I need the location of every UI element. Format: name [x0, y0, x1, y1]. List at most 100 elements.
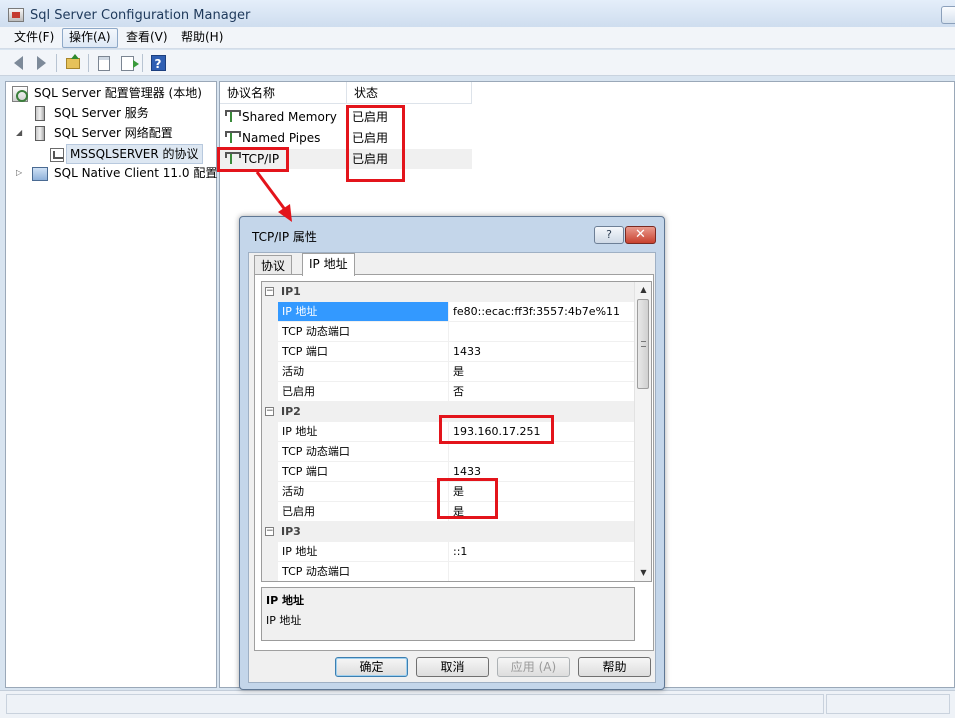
column-header-protocol-name[interactable]: 协议名称: [220, 82, 347, 104]
status-bar: [0, 690, 955, 718]
property-value[interactable]: 是: [449, 482, 634, 502]
up-folder-button[interactable]: [64, 53, 82, 72]
forward-button[interactable]: [32, 54, 50, 72]
group-label: IP3: [281, 525, 301, 538]
dialog-help-button[interactable]: ?: [594, 226, 624, 244]
property-group-ip1[interactable]: − IP1: [262, 282, 634, 302]
scroll-down-icon[interactable]: ▼: [635, 565, 651, 581]
collapse-icon[interactable]: −: [265, 407, 274, 416]
protocol-row-tcp-ip[interactable]: TCP/IP 已启用: [220, 149, 472, 169]
property-row[interactable]: TCP 端口 1433: [262, 462, 634, 482]
help-icon: ?: [150, 55, 166, 71]
property-row[interactable]: 已启用是: [262, 502, 634, 522]
tree-item-sql-server-services[interactable]: SQL Server 服务: [32, 104, 153, 122]
tab-protocol[interactable]: 协议: [254, 255, 293, 276]
menu-file[interactable]: 文件(F): [8, 28, 60, 48]
tree-root[interactable]: SQL Server 配置管理器 (本地): [12, 84, 206, 102]
menu-action[interactable]: 操作(A): [62, 28, 118, 48]
properties-icon: [98, 55, 110, 71]
status-panel: [826, 694, 950, 714]
expand-icon[interactable]: ▷: [16, 164, 25, 182]
help-button-dialog[interactable]: 帮助: [578, 657, 651, 677]
client-icon: [32, 166, 48, 181]
window-control-button[interactable]: [941, 6, 955, 24]
property-value[interactable]: [449, 442, 634, 462]
property-name: TCP 动态端口: [278, 562, 449, 581]
property-name: IP 地址: [278, 542, 449, 562]
property-value[interactable]: [449, 322, 634, 342]
property-row[interactable]: IP 地址 193.160.17.251: [262, 422, 634, 442]
tree-item-mssqlserver-protocols[interactable]: MSSQLSERVER 的协议: [50, 144, 203, 164]
tree-item-network-config[interactable]: SQL Server 网络配置: [32, 124, 177, 142]
property-row[interactable]: TCP 动态端口: [262, 322, 634, 342]
help-button[interactable]: ?: [149, 54, 167, 72]
cancel-button[interactable]: 取消: [416, 657, 489, 677]
scroll-thumb[interactable]: [637, 299, 649, 389]
back-arrow-icon: [13, 56, 23, 70]
protocol-name: Shared Memory: [224, 107, 346, 127]
property-value[interactable]: ::1: [449, 542, 634, 562]
tcpip-properties-dialog: TCP/IP 属性 ? ✕ 协议 IP 地址 − IP1 IP 地址 fe80::…: [239, 216, 665, 690]
property-row[interactable]: TCP 动态端口: [262, 562, 634, 581]
property-value[interactable]: fe80::ecac:ff3f:3557:4b7e%11: [449, 302, 634, 322]
export-list-button[interactable]: [118, 54, 139, 72]
collapse-icon[interactable]: −: [265, 287, 274, 296]
tree-item-native-client[interactable]: SQL Native Client 11.0 配置: [32, 164, 221, 182]
tree-item-label: SQL Server 服务: [54, 106, 149, 120]
property-row[interactable]: IP 地址::1: [262, 542, 634, 562]
property-value[interactable]: 193.160.17.251: [449, 422, 634, 442]
property-row[interactable]: 活动是: [262, 362, 634, 382]
dialog-body: 协议 IP 地址 − IP1 IP 地址 fe80::ecac:ff3f:3557…: [248, 252, 656, 683]
property-group-ip2[interactable]: − IP2: [262, 402, 634, 422]
menu-view[interactable]: 查看(V): [120, 28, 174, 48]
tree-item-label: SQL Server 网络配置: [54, 126, 173, 140]
grip-icon: [641, 341, 646, 347]
forward-arrow-icon: [36, 56, 46, 70]
property-row[interactable]: TCP 动态端口: [262, 442, 634, 462]
property-name: 活动: [278, 362, 449, 382]
collapse-icon[interactable]: ◢: [16, 124, 25, 142]
description-text: IP 地址: [266, 614, 302, 627]
property-value[interactable]: [449, 562, 634, 581]
properties-button[interactable]: [95, 54, 113, 72]
property-row[interactable]: TCP 端口 1433: [262, 342, 634, 362]
protocol-name-text: Shared Memory: [242, 110, 337, 124]
property-value[interactable]: 是: [449, 502, 634, 522]
tree-item-label: SQL Native Client 11.0 配置: [54, 166, 218, 180]
ok-button[interactable]: 确定: [335, 657, 408, 677]
property-group-ip3[interactable]: − IP3: [262, 522, 634, 542]
dialog-close-button[interactable]: ✕: [625, 226, 656, 244]
protocol-icon: [224, 131, 241, 143]
protocol-name: Named Pipes: [224, 128, 346, 148]
status-panel: [6, 694, 824, 714]
column-header-status[interactable]: 状态: [347, 82, 472, 104]
menu-help[interactable]: 帮助(H): [175, 28, 229, 48]
dialog-title: TCP/IP 属性: [252, 230, 317, 244]
property-name: IP 地址: [278, 422, 449, 442]
tab-ip-addresses[interactable]: IP 地址: [302, 253, 355, 276]
back-button[interactable]: [9, 54, 27, 72]
vertical-scrollbar[interactable]: ▲ ▼: [634, 282, 651, 581]
property-row[interactable]: 已启用否: [262, 382, 634, 402]
property-value[interactable]: 1433: [449, 462, 634, 482]
protocol-row-named-pipes[interactable]: Named Pipes 已启用: [220, 128, 472, 148]
config-manager-icon: [12, 85, 28, 102]
protocol-row-shared-memory[interactable]: Shared Memory 已启用: [220, 107, 472, 127]
property-value[interactable]: 1433: [449, 342, 634, 362]
collapse-icon[interactable]: −: [265, 527, 274, 536]
property-value[interactable]: 否: [449, 382, 634, 402]
property-name: TCP 动态端口: [278, 322, 449, 342]
protocol-status: 已启用: [352, 152, 389, 166]
scroll-up-icon[interactable]: ▲: [635, 282, 651, 298]
group-label: IP1: [281, 285, 301, 298]
navigation-tree: SQL Server 配置管理器 (本地) SQL Server 服务 ◢ SQ…: [5, 81, 217, 688]
property-value[interactable]: 是: [449, 362, 634, 382]
window-title: Sql Server Configuration Manager: [30, 8, 251, 23]
property-row[interactable]: IP 地址 fe80::ecac:ff3f:3557:4b7e%11: [262, 302, 634, 322]
property-name: TCP 动态端口: [278, 442, 449, 462]
protocol-status: 已启用: [352, 110, 389, 124]
description-title: IP 地址: [266, 594, 304, 607]
group-label: IP2: [281, 405, 301, 418]
property-name: 活动: [278, 482, 449, 502]
property-row[interactable]: 活动是: [262, 482, 634, 502]
